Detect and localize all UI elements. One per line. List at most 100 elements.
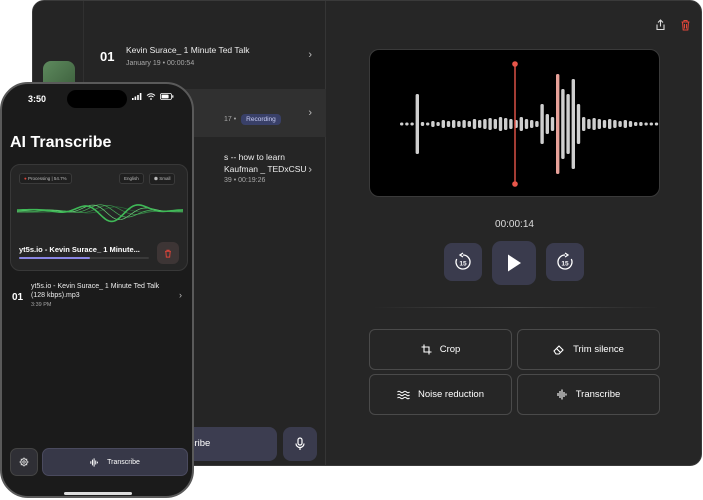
stage: 01 Kevin Surace_ 1 Minute Ted Talk Janua… bbox=[0, 0, 703, 500]
waveform-bar bbox=[587, 119, 591, 129]
recording-title[interactable]: yt5s.io - Kevin Surace_ 1 Minute Ted Tal… bbox=[31, 282, 161, 300]
skip-back-button[interactable]: 15 bbox=[444, 243, 482, 281]
recording-number: 01 bbox=[100, 49, 115, 64]
waveform-bar bbox=[608, 119, 612, 129]
playhead-handle[interactable] bbox=[512, 181, 518, 187]
recording-row[interactable]: 01 Kevin Surace_ 1 Minute Ted Talk Janua… bbox=[84, 31, 326, 79]
waveform-bar bbox=[571, 79, 575, 169]
waveform-bar bbox=[462, 120, 466, 128]
model-chip[interactable]: ⬢ Small bbox=[149, 173, 176, 185]
waveform-bar bbox=[582, 117, 586, 131]
recording-title-line2: Kaufman _ TEDxCSU bbox=[224, 164, 307, 174]
waveform-bar bbox=[509, 119, 513, 129]
processing-progress-bar bbox=[19, 257, 149, 259]
waveform-bar bbox=[493, 119, 497, 129]
app-title: AI Transcribe bbox=[10, 134, 112, 151]
recording-title-line1: s -- how to learn bbox=[224, 152, 285, 162]
delete-button[interactable] bbox=[157, 242, 179, 264]
recording-number: 01 bbox=[12, 292, 24, 303]
model-icon: ⬢ bbox=[154, 176, 158, 181]
waveform-bar bbox=[550, 117, 555, 131]
chevron-right-icon: › bbox=[308, 49, 312, 61]
transcribe-button[interactable]: Transcribe bbox=[42, 448, 188, 476]
status-dot-icon: ● bbox=[24, 176, 27, 181]
skip-forward-15-icon: 15 bbox=[557, 252, 573, 270]
model-label: Small bbox=[159, 176, 171, 181]
waveform-bar bbox=[436, 122, 440, 126]
section-divider bbox=[373, 307, 660, 308]
recording-meta: January 19 • 00:00:54 bbox=[126, 60, 195, 67]
trash-icon bbox=[165, 249, 171, 258]
transcribe-tool-button[interactable]: Transcribe bbox=[517, 374, 660, 415]
noise-reduction-button[interactable]: Noise reduction bbox=[369, 374, 512, 415]
waveform-bar bbox=[576, 104, 581, 144]
crop-button[interactable]: Crop bbox=[369, 329, 512, 370]
svg-text:15: 15 bbox=[459, 261, 467, 268]
waveform-bar bbox=[602, 120, 607, 128]
waveform-bar bbox=[644, 122, 648, 126]
trash-icon[interactable] bbox=[680, 19, 691, 31]
chevron-right-icon: › bbox=[308, 107, 312, 119]
play-icon bbox=[508, 254, 521, 272]
processing-status-chip: ● Processing | 54.7% bbox=[19, 173, 72, 184]
waveform-bar bbox=[488, 118, 492, 130]
playback-time: 00:00:14 bbox=[495, 219, 534, 230]
waveform-bar bbox=[483, 119, 487, 129]
waveform-bar bbox=[540, 104, 544, 144]
live-waveform bbox=[17, 204, 183, 223]
waveform-bar bbox=[566, 94, 570, 154]
waveform-bar bbox=[613, 120, 617, 128]
chevron-right-icon: › bbox=[179, 290, 182, 300]
waveform-bar bbox=[556, 74, 560, 174]
status-icons bbox=[131, 93, 174, 102]
recording-meta: 17 • Recording bbox=[224, 114, 281, 125]
svg-text:15: 15 bbox=[561, 261, 569, 268]
playhead-handle[interactable] bbox=[512, 61, 518, 67]
waves-icon bbox=[397, 390, 410, 399]
skip-forward-button[interactable]: 15 bbox=[546, 243, 584, 281]
status-time: 3:50 bbox=[28, 94, 47, 104]
settings-button[interactable] bbox=[10, 448, 38, 476]
trim-silence-label: Trim silence bbox=[573, 344, 624, 355]
microphone-icon bbox=[295, 437, 305, 450]
play-button[interactable] bbox=[492, 241, 536, 285]
record-button[interactable] bbox=[283, 427, 317, 461]
waveform-bar bbox=[478, 120, 482, 128]
waveform-display[interactable] bbox=[369, 49, 660, 197]
waveform-bar bbox=[519, 117, 523, 131]
waveform-bar bbox=[420, 122, 425, 126]
waveform-bar bbox=[597, 119, 601, 129]
eraser-icon bbox=[553, 345, 564, 355]
language-chip[interactable]: English bbox=[119, 173, 144, 184]
transcribe-label: Transcribe bbox=[107, 458, 140, 466]
waveform-bar bbox=[467, 121, 471, 127]
signal-icon bbox=[131, 93, 141, 100]
waveform-icon bbox=[557, 389, 567, 400]
progress-fill bbox=[19, 257, 91, 259]
home-indicator bbox=[64, 492, 132, 495]
share-icon[interactable] bbox=[655, 19, 666, 31]
waveform-bar bbox=[649, 122, 653, 126]
processing-status-text: Processing | 54.7% bbox=[27, 176, 67, 181]
waveform-bar bbox=[535, 121, 539, 127]
skip-back-15-icon: 15 bbox=[455, 252, 471, 270]
waveform-bar bbox=[426, 122, 430, 126]
trim-silence-button[interactable]: Trim silence bbox=[517, 329, 660, 370]
waveform-bar bbox=[405, 122, 409, 126]
recording-time: 3:39 PM bbox=[31, 302, 52, 308]
waveform-bar bbox=[504, 118, 508, 130]
waveform-bar bbox=[592, 118, 596, 130]
battery-icon bbox=[160, 93, 174, 100]
waveform-bar bbox=[452, 120, 456, 128]
recording-meta-text: 17 • bbox=[224, 116, 237, 123]
waveform-bar bbox=[415, 94, 419, 154]
dynamic-island bbox=[67, 90, 127, 108]
waveform-bar bbox=[472, 119, 477, 129]
recording-meta: 39 • 00:19:26 bbox=[224, 177, 266, 184]
waveform-bar bbox=[441, 120, 445, 128]
toolbar bbox=[655, 19, 691, 31]
waveform-bar bbox=[628, 121, 633, 127]
processing-card[interactable]: ● Processing | 54.7% English ⬢ Small yt5… bbox=[10, 164, 188, 271]
chevron-right-icon: › bbox=[308, 164, 312, 176]
gear-icon bbox=[19, 457, 29, 467]
